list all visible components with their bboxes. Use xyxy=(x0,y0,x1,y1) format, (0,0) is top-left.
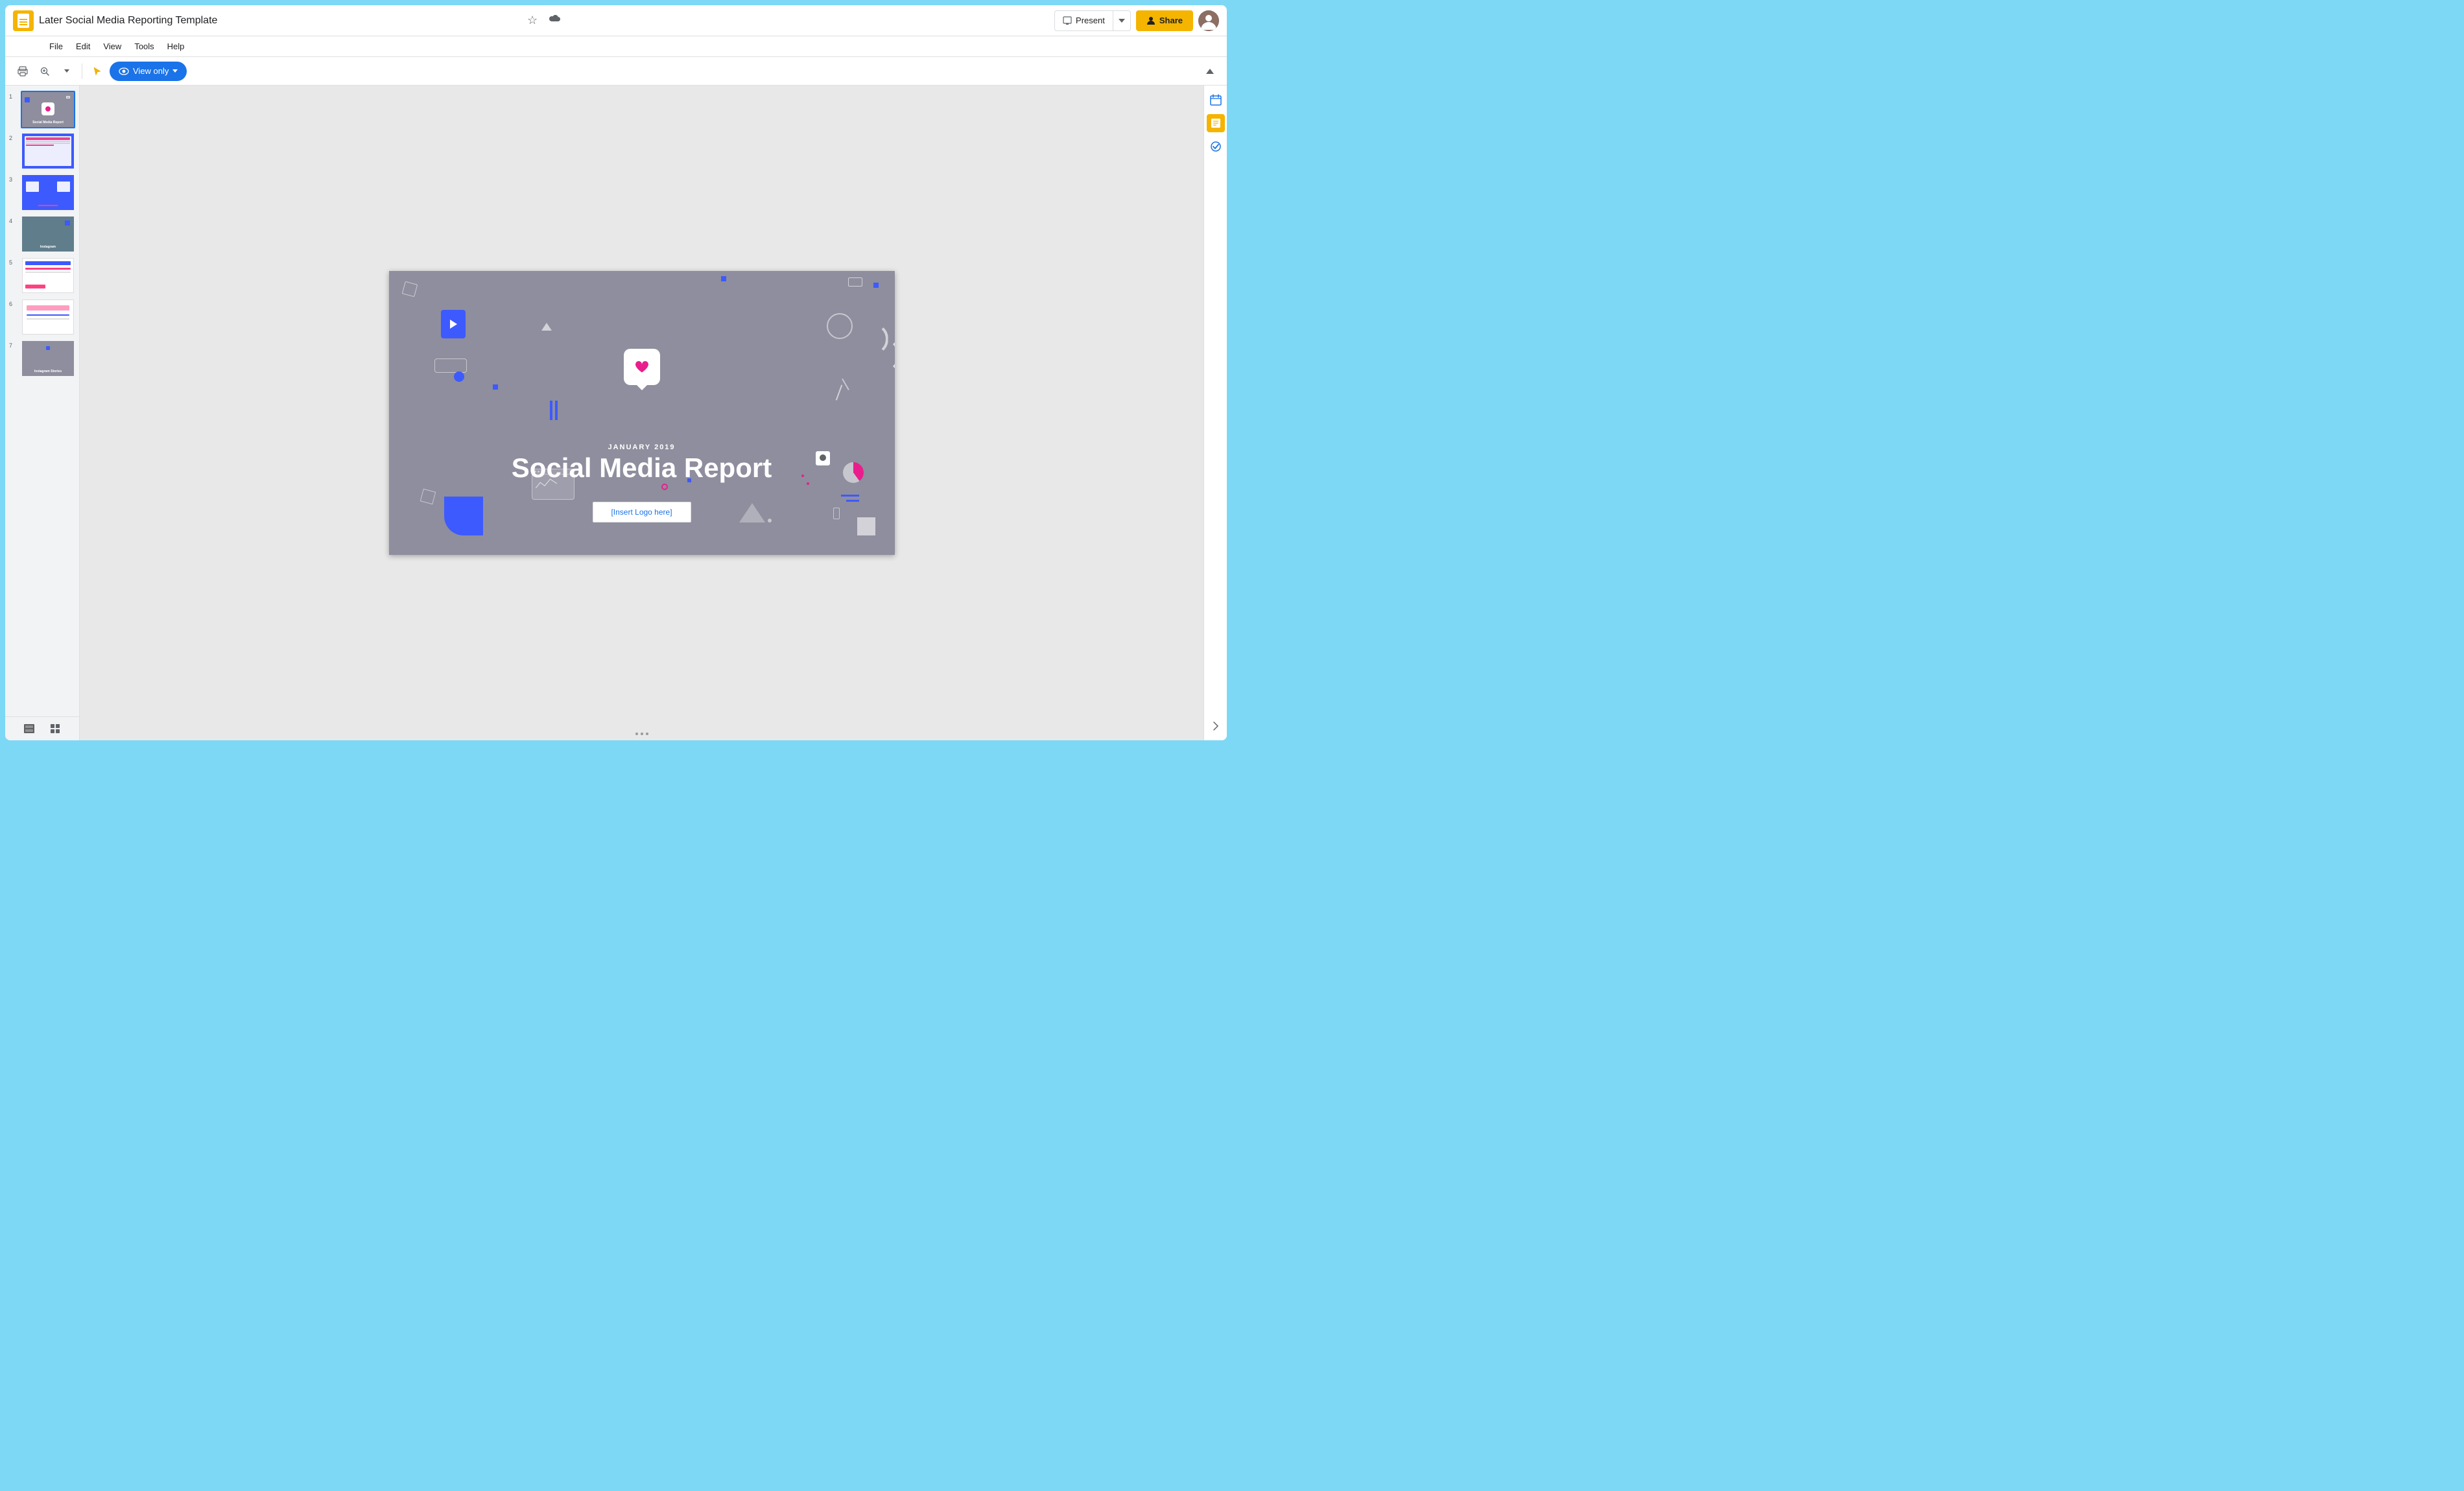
star-icon[interactable]: ☆ xyxy=(525,12,540,29)
slide-dot-2 xyxy=(641,733,643,735)
slide-number-1: 1 xyxy=(9,91,17,100)
deco-phone xyxy=(833,508,840,519)
slide-item-5[interactable]: 5 xyxy=(9,257,75,294)
present-button[interactable]: Present xyxy=(1054,10,1131,31)
slide-thumb-1[interactable]: Social Media Report xyxy=(21,91,75,128)
slide-thumb-2[interactable] xyxy=(21,132,75,170)
app-window: Later Social Media Reporting Template ☆ … xyxy=(5,5,1227,740)
view-only-label: View only xyxy=(133,66,169,76)
deco-br-line1 xyxy=(841,495,859,497)
deco-tri-br xyxy=(739,503,765,522)
menu-help[interactable]: Help xyxy=(162,39,190,54)
menu-tools[interactable]: Tools xyxy=(129,39,159,54)
avatar[interactable] xyxy=(1198,10,1219,31)
slide-thumb-3[interactable] xyxy=(21,174,75,211)
menu-file[interactable]: File xyxy=(44,39,68,54)
slide-number-5: 5 xyxy=(9,257,17,266)
slide-panel: 1 Social Media Report 2 xyxy=(5,86,80,740)
slide-thumb-4[interactable]: Instagram xyxy=(21,215,75,253)
deco-blue-dot xyxy=(454,371,464,382)
top-bar: Later Social Media Reporting Template ☆ … xyxy=(5,5,1227,36)
deco-sq-lm xyxy=(493,384,498,390)
check-icon[interactable] xyxy=(1207,137,1225,156)
slide-7-label: Instagram Stories xyxy=(22,370,74,373)
deco-pink-ring xyxy=(661,484,668,490)
slide-area: JANUARY 2019 Social Media Report [Insert… xyxy=(80,86,1203,740)
slide-number-3: 3 xyxy=(9,174,17,183)
slide-item-6[interactable]: 6 xyxy=(9,298,75,336)
deco-rect-tr xyxy=(848,277,862,287)
deco-sq-tc1 xyxy=(721,276,726,281)
grid-view-button[interactable] xyxy=(47,721,63,736)
slide-1-label: Social Media Report xyxy=(22,121,74,124)
slide-number-2: 2 xyxy=(9,132,17,141)
deco-white-sq xyxy=(857,517,875,535)
deco-blue-wedge xyxy=(444,497,483,535)
deco-tri-tl xyxy=(541,323,552,331)
menu-view[interactable]: View xyxy=(98,39,126,54)
cloud-icon xyxy=(545,12,563,29)
deco-br-line2 xyxy=(846,500,859,502)
deco-sq-tr xyxy=(873,283,879,288)
slide-dot-3 xyxy=(646,733,648,735)
present-label: Present xyxy=(1076,16,1105,25)
main-content: 1 Social Media Report 2 xyxy=(5,86,1227,740)
deco-circle-r xyxy=(827,313,853,339)
deco-bar2 xyxy=(555,401,558,420)
slide-item-2[interactable]: 2 xyxy=(9,132,75,170)
slide-canvas: JANUARY 2019 Social Media Report [Insert… xyxy=(389,271,895,555)
slide-month: JANUARY 2019 xyxy=(389,443,895,451)
note-icon[interactable] xyxy=(1207,114,1225,132)
calendar-icon[interactable] xyxy=(1207,91,1225,109)
right-expand-icon[interactable] xyxy=(1207,717,1225,735)
zoom-chevron[interactable] xyxy=(57,62,77,80)
right-sidebar xyxy=(1203,86,1227,740)
slide-number-6: 6 xyxy=(9,298,17,307)
slide-logo-box: [Insert Logo here] xyxy=(592,502,691,522)
slide-thumb-7[interactable]: Instagram Stories xyxy=(21,340,75,377)
slide-item-4[interactable]: 4 Instagram xyxy=(9,215,75,253)
slide-item-1[interactable]: 1 Social Media Report xyxy=(9,91,75,128)
present-main[interactable]: Present xyxy=(1055,11,1113,30)
list-view-button[interactable] xyxy=(21,721,37,736)
deco-play xyxy=(441,310,466,338)
cursor-button[interactable] xyxy=(88,62,107,80)
zoom-button[interactable] xyxy=(35,62,54,80)
slide-number-4: 4 xyxy=(9,215,17,224)
collapse-button[interactable] xyxy=(1201,62,1219,80)
slide-dots xyxy=(635,733,648,735)
doc-title: Later Social Media Reporting Template xyxy=(39,15,519,27)
slide-number-7: 7 xyxy=(9,340,17,349)
view-only-button[interactable]: View only xyxy=(110,62,187,81)
slide-thumb-6[interactable] xyxy=(21,298,75,336)
slide-item-7[interactable]: 7 Instagram Stories xyxy=(9,340,75,377)
heart-bubble xyxy=(624,349,660,385)
share-button[interactable]: Share xyxy=(1136,10,1193,31)
slide-thumb-5[interactable] xyxy=(21,257,75,294)
present-chevron[interactable] xyxy=(1113,11,1130,30)
slide-dot-1 xyxy=(635,733,638,735)
slide-item-3[interactable]: 3 xyxy=(9,174,75,211)
deco-bar1 xyxy=(550,401,552,420)
slide-panel-bottom xyxy=(5,716,79,740)
share-label: Share xyxy=(1159,16,1183,25)
deco-chat xyxy=(434,358,467,373)
menu-bar: File Edit View Tools Help xyxy=(5,36,1227,57)
slide-title: Social Media Report xyxy=(389,452,895,484)
print-button[interactable] xyxy=(13,62,32,80)
menu-edit[interactable]: Edit xyxy=(71,39,95,54)
slide-4-label: Instagram xyxy=(22,245,74,249)
toolbar: View only xyxy=(5,57,1227,86)
app-icon xyxy=(13,10,34,31)
slide-list: 1 Social Media Report 2 xyxy=(5,86,79,716)
deco-sm-dot-br xyxy=(768,519,772,522)
